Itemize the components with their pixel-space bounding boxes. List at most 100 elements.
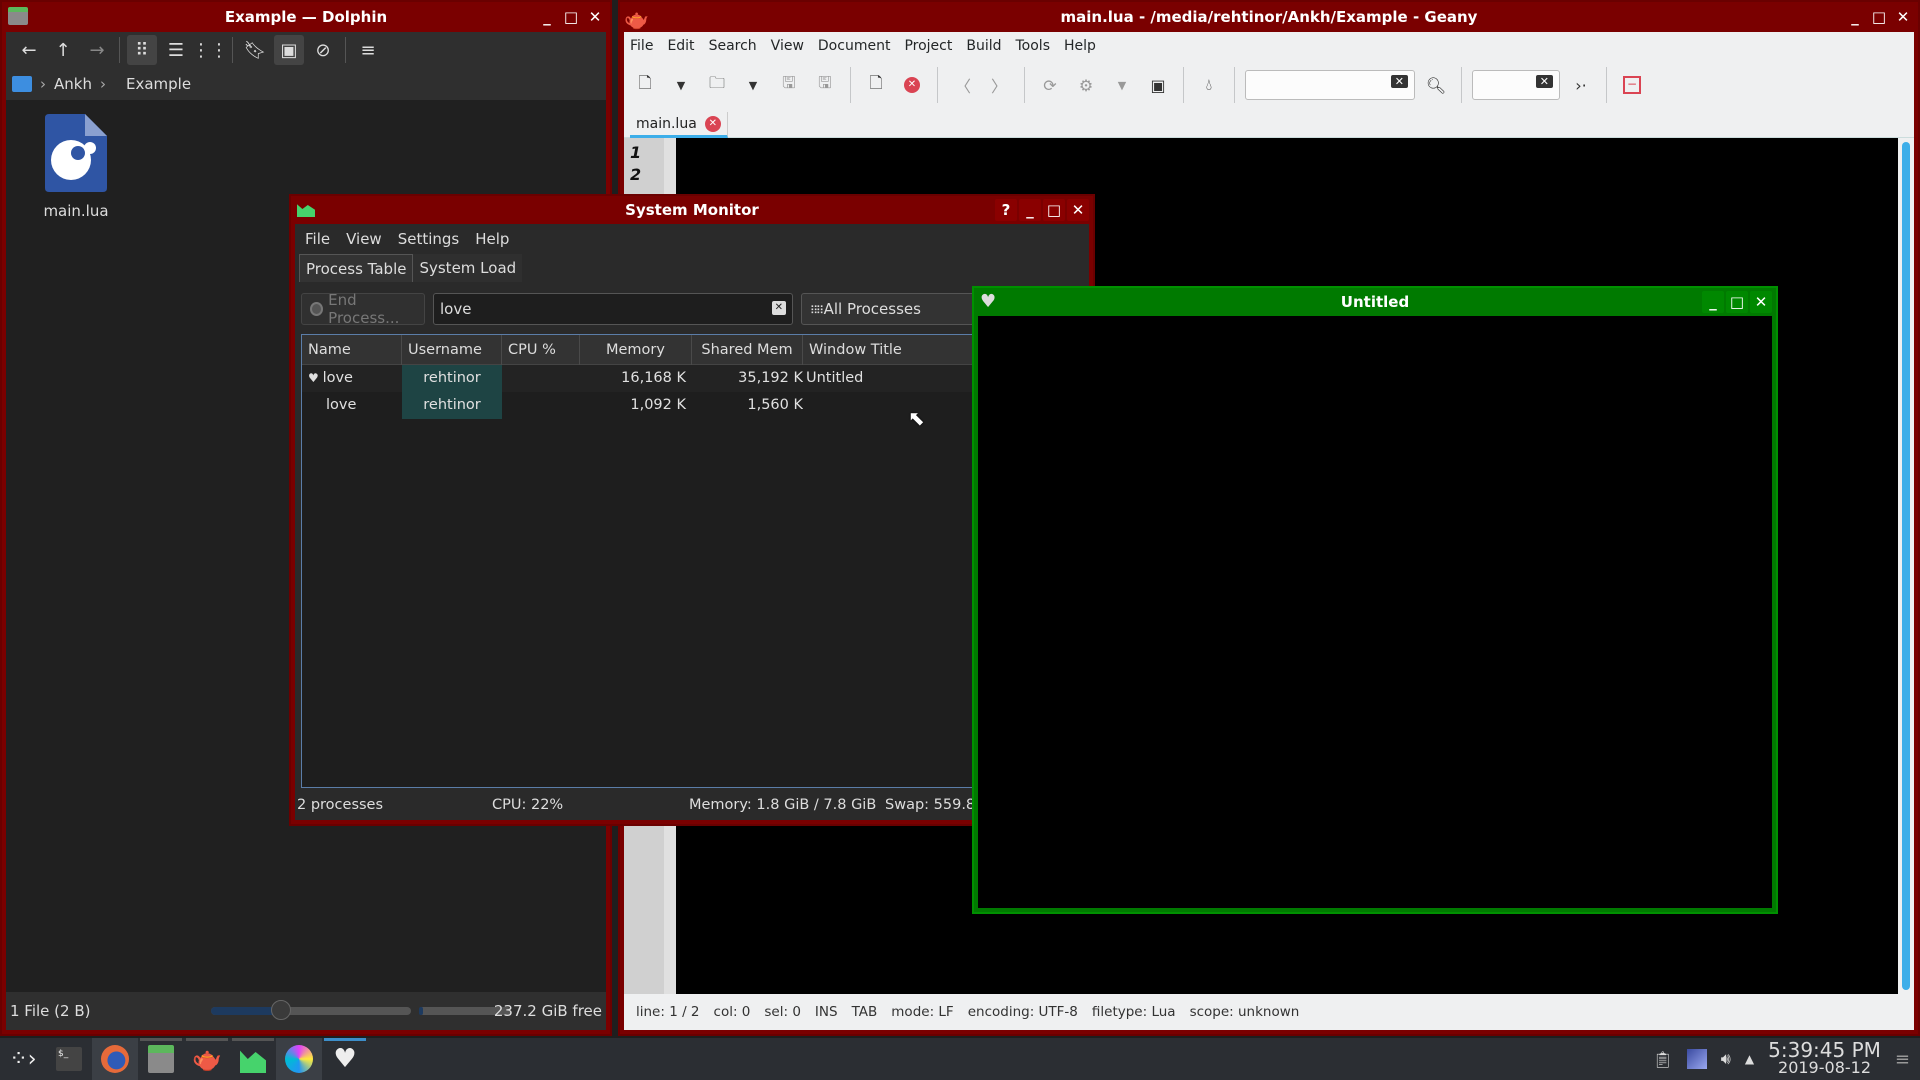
icons-view-icon[interactable]: ⠿	[127, 35, 157, 65]
maximize-button[interactable]: □	[1726, 291, 1748, 313]
quit-icon[interactable]: −	[1617, 70, 1647, 100]
run-dropdown-icon[interactable]: ▼	[1107, 70, 1137, 100]
close-button[interactable]: ✕	[1067, 199, 1089, 221]
run-icon[interactable]: ⚙	[1071, 70, 1101, 100]
close-file-icon[interactable]: ✕	[897, 70, 927, 100]
firefox-icon[interactable]	[92, 1038, 138, 1080]
nav-back-icon[interactable]: 〈	[948, 70, 978, 100]
execute-icon[interactable]: ▣	[1143, 70, 1173, 100]
column-username[interactable]: Username ﹀	[402, 335, 502, 387]
new-dropdown-icon[interactable]: ▼	[666, 70, 696, 100]
search-input[interactable]: ✕	[1245, 70, 1415, 100]
column-name[interactable]: Name	[302, 335, 402, 365]
preview-icon[interactable]: ▣	[274, 35, 304, 65]
krita-icon[interactable]	[276, 1038, 322, 1080]
close-button[interactable]: ✕	[1892, 6, 1914, 28]
maximize-button[interactable]: □	[1043, 199, 1065, 221]
geany-taskbar-icon[interactable]: 🫖	[184, 1038, 230, 1080]
pager-icon[interactable]	[1686, 1049, 1707, 1069]
folder-icon[interactable]	[12, 76, 32, 92]
geany-titlebar[interactable]: 🫖 main.lua - /media/rehtinor/Ankh/Exampl…	[620, 2, 1918, 32]
column-cpu[interactable]: CPU %	[502, 335, 580, 365]
table-row[interactable]: love rehtinor 1,092 K 1,560 K	[302, 392, 1088, 419]
tray-expand-icon[interactable]: ▲	[1745, 1052, 1754, 1066]
column-memory[interactable]: Memory	[580, 335, 692, 365]
process-table[interactable]: Name Username ﹀ CPU % Memory Shared Mem …	[301, 334, 1089, 788]
new-file-icon[interactable]: 🗋	[630, 70, 660, 100]
tab-process-table[interactable]: Process Table	[299, 254, 414, 282]
clipboard-icon[interactable]: 📋︎	[1652, 1050, 1672, 1069]
goto-line-icon[interactable]: ›·	[1566, 70, 1596, 100]
zoom-slider-handle[interactable]	[271, 1000, 291, 1020]
revert-icon[interactable]: 🗋	[861, 70, 891, 100]
color-chooser-icon[interactable]: 💧︎	[1194, 70, 1224, 100]
back-icon[interactable]: ←	[14, 35, 44, 65]
menu-file[interactable]: File	[305, 230, 330, 248]
tab-main-lua[interactable]: main.lua ✕	[630, 112, 728, 138]
menu-search[interactable]: Search	[709, 38, 757, 54]
bookmark-icon[interactable]: 🔖︎	[240, 35, 270, 65]
close-button[interactable]: ✕	[1750, 291, 1772, 313]
save-icon[interactable]: 🖫	[774, 70, 804, 100]
menu-project[interactable]: Project	[904, 38, 952, 54]
close-tab-icon[interactable]: ✕	[704, 115, 721, 132]
minimize-button[interactable]: _	[1702, 291, 1724, 313]
menu-tools[interactable]: Tools	[1016, 38, 1051, 54]
editor-scrollbar[interactable]	[1898, 138, 1914, 994]
end-process-button[interactable]: End Process...	[301, 291, 425, 327]
reload-icon[interactable]: ⟳	[1035, 70, 1065, 100]
breadcrumb-item[interactable]: Example	[126, 75, 191, 93]
dolphin-titlebar[interactable]: Example — Dolphin _ □ ✕	[2, 2, 610, 32]
zoom-slider[interactable]	[211, 1000, 411, 1020]
menu-document[interactable]: Document	[818, 38, 891, 54]
maximize-button[interactable]: □	[560, 6, 582, 28]
menu-icon[interactable]: ≡	[353, 35, 383, 65]
terminal-icon[interactable]: $_	[46, 1038, 92, 1080]
application-launcher-icon[interactable]: ⁘›	[0, 1038, 46, 1080]
file-item[interactable]: main.lua	[36, 114, 116, 220]
menu-view[interactable]: View	[346, 230, 382, 248]
open-dropdown-icon[interactable]: ▼	[738, 70, 768, 100]
column-shared-mem[interactable]: Shared Mem	[692, 335, 803, 365]
open-file-icon[interactable]: 🗀	[702, 70, 732, 100]
menu-settings[interactable]: Settings	[398, 230, 460, 248]
menu-help[interactable]: Help	[1064, 38, 1096, 54]
game-canvas[interactable]	[978, 316, 1772, 908]
find-icon[interactable]: 🔍︎	[1421, 70, 1451, 100]
compact-view-icon[interactable]: ☰	[161, 35, 191, 65]
clear-search-icon[interactable]: ✕	[771, 301, 786, 315]
up-icon[interactable]: ↑	[48, 35, 78, 65]
menu-help[interactable]: Help	[475, 230, 509, 248]
process-search-input[interactable]: love ✕	[433, 293, 793, 325]
table-row[interactable]: ♥ love rehtinor 16,168 K 35,192 K Untitl…	[302, 365, 1088, 392]
clear-search-icon[interactable]: ✕	[1390, 75, 1408, 88]
scrollbar-thumb[interactable]	[1902, 142, 1910, 990]
menu-view[interactable]: View	[771, 38, 804, 54]
menu-file[interactable]: File	[630, 38, 653, 54]
nav-forward-icon[interactable]: 〉	[984, 70, 1014, 100]
clear-goto-icon[interactable]: ✕	[1535, 75, 1553, 88]
panel-menu-icon[interactable]: ≡	[1895, 1049, 1910, 1070]
close-button[interactable]: ✕	[584, 6, 606, 28]
love-taskbar-icon[interactable]: ♥	[322, 1038, 368, 1080]
system-monitor-taskbar-icon[interactable]	[230, 1038, 276, 1080]
tab-system-load[interactable]: System Load	[413, 254, 523, 282]
love-titlebar[interactable]: ♥ Untitled _ □ ✕	[974, 288, 1776, 316]
sysmon-titlebar[interactable]: System Monitor ? _ □ ✕	[291, 196, 1093, 224]
process-filter-select[interactable]: ⠿⠿ All Processes	[801, 293, 1001, 325]
forward-icon[interactable]: →	[82, 35, 112, 65]
minimize-button[interactable]: _	[1844, 6, 1866, 28]
details-view-icon[interactable]: ⋮⋮	[192, 35, 228, 65]
volume-icon[interactable]: 🔊︎	[1721, 1049, 1731, 1069]
menu-build[interactable]: Build	[966, 38, 1001, 54]
menu-edit[interactable]: Edit	[667, 38, 694, 54]
dolphin-taskbar-icon[interactable]	[138, 1038, 184, 1080]
minimize-button[interactable]: _	[536, 6, 558, 28]
maximize-button[interactable]: □	[1868, 6, 1890, 28]
save-all-icon[interactable]: 🖫	[810, 70, 840, 100]
minimize-button[interactable]: _	[1019, 199, 1041, 221]
hidden-files-icon[interactable]: ⊘	[308, 35, 338, 65]
goto-line-input[interactable]: ✕	[1472, 70, 1560, 100]
breadcrumb-item[interactable]: Ankh	[54, 75, 92, 93]
clock[interactable]: 5:39:45 PM 2019-08-12	[1768, 1040, 1881, 1077]
